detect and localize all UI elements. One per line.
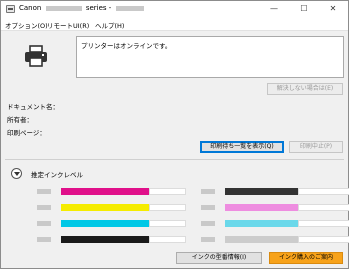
ink-level-bar — [61, 236, 149, 243]
collapse-ink-section-button[interactable] — [11, 168, 22, 179]
status-message-box: プリンターはオンラインです。 — [76, 36, 344, 78]
printer-status-window: Canon series - — ☐ ✕ オプション(O) リモートUI(R) … — [0, 0, 349, 269]
ink-level-bar — [61, 220, 149, 227]
ink-level-bar — [225, 204, 298, 211]
printer-icon — [25, 45, 47, 67]
ink-level-bar — [225, 220, 298, 227]
ink-row-left-3 — [37, 220, 186, 228]
ink-level-remaining — [298, 220, 349, 227]
status-message: プリンターはオンラインです。 — [81, 42, 172, 50]
ink-level-remaining — [298, 236, 349, 243]
cancel-printing-button[interactable]: 印刷中止(P) — [289, 141, 343, 153]
ink-name-redacted — [201, 221, 215, 226]
show-print-queue-button[interactable]: 印刷待ち一覧を表示(Q) — [200, 141, 284, 153]
ink-level-remaining — [298, 188, 349, 195]
title-bar: Canon series - — ☐ ✕ — [1, 1, 348, 17]
ink-level-remaining — [149, 204, 186, 211]
title-redacted-port — [115, 5, 144, 11]
ink-row-right-3 — [201, 220, 349, 228]
printing-page-label: 印刷ページ： — [7, 129, 46, 137]
ink-name-redacted — [37, 205, 51, 210]
document-name-label: ドキュメント名： — [7, 103, 59, 111]
ink-row-left-2 — [37, 204, 186, 212]
menu-options[interactable]: オプション(O) — [5, 20, 48, 30]
ink-row-right-2 — [201, 204, 349, 212]
ink-level-bar — [61, 204, 149, 211]
section-divider — [5, 159, 344, 160]
ink-name-redacted — [201, 189, 215, 194]
ink-level-remaining — [149, 236, 186, 243]
ink-name-redacted — [37, 221, 51, 226]
title-model: series - — [85, 4, 112, 12]
window-title: Canon series - — [19, 4, 146, 12]
ink-model-info-button[interactable]: インクの型番情報(I) — [176, 252, 262, 264]
ink-name-redacted — [37, 237, 51, 242]
maximize-button[interactable]: ☐ — [289, 1, 319, 17]
ink-name-redacted — [37, 189, 51, 194]
buy-ink-button[interactable]: インク購入のご案内 — [269, 252, 343, 264]
printer-app-icon — [6, 5, 15, 13]
ink-level-remaining — [149, 188, 186, 195]
ink-row-left-4 — [37, 236, 186, 244]
ink-row-left-1 — [37, 188, 186, 196]
ink-name-redacted — [201, 205, 215, 210]
menu-bar: オプション(O) リモートUI(R) ヘルプ(H) — [1, 17, 348, 31]
resolve-help-button[interactable]: 解決しない場合は(E) — [267, 83, 343, 95]
ink-row-right-4 — [201, 236, 349, 244]
ink-level-bar — [225, 236, 298, 243]
minimize-button[interactable]: — — [259, 1, 289, 17]
ink-level-bar — [61, 188, 149, 195]
ink-level-remaining — [149, 220, 186, 227]
owner-label: 所有者： — [7, 116, 33, 124]
close-button[interactable]: ✕ — [318, 1, 348, 17]
ink-row-right-1 — [201, 188, 349, 196]
title-brand: Canon — [19, 4, 42, 12]
ink-name-redacted — [201, 237, 215, 242]
menu-remote-ui[interactable]: リモートUI(R) — [47, 20, 89, 30]
ink-level-bar — [225, 188, 298, 195]
title-redacted-model — [45, 5, 82, 11]
menu-help[interactable]: ヘルプ(H) — [95, 20, 124, 30]
ink-level-remaining — [298, 204, 349, 211]
ink-level-heading: 推定インクレベル — [31, 171, 83, 179]
